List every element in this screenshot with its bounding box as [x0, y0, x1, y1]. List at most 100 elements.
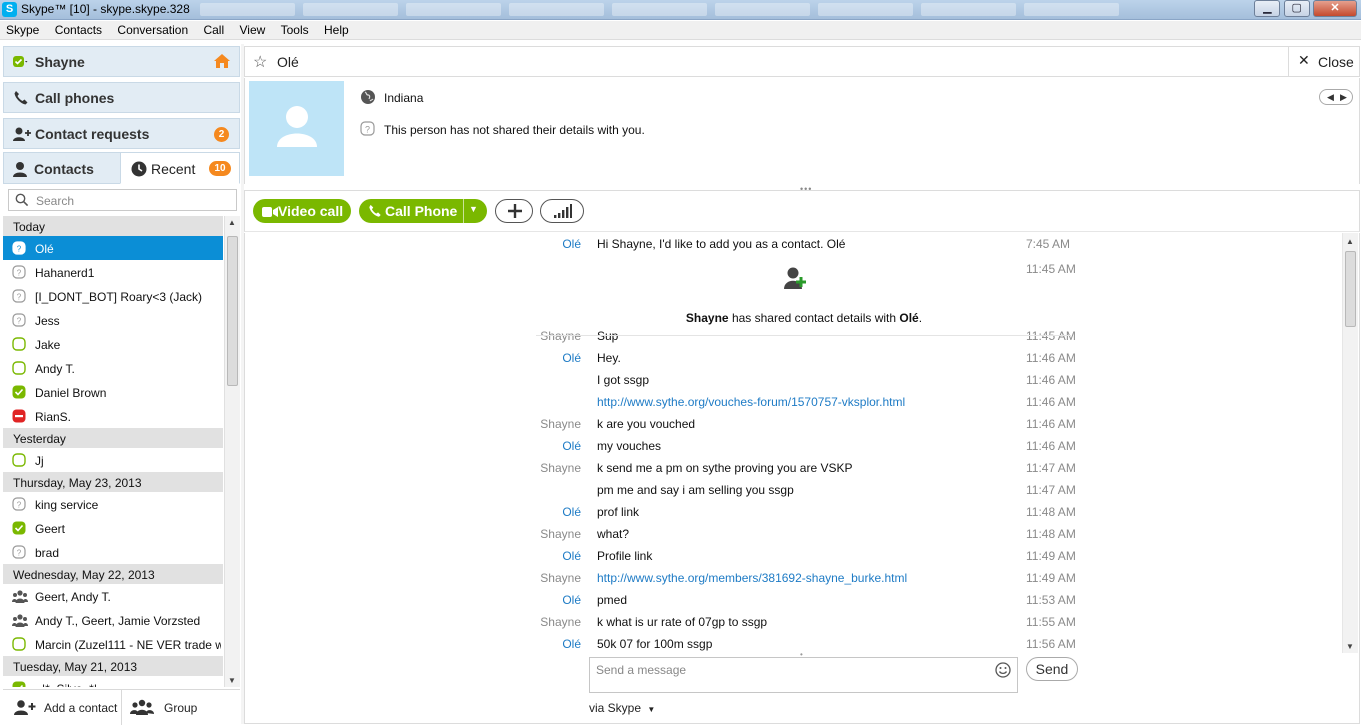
message-time: 11:47 AM [1026, 483, 1076, 497]
menu-skype[interactable]: Skype [0, 21, 45, 37]
group-button[interactable]: Group [122, 690, 240, 725]
via-skype-selector[interactable]: via Skype ▼ [589, 701, 655, 715]
contact-item[interactable]: Andy T., Geert, Jamie Vorzsted [3, 608, 223, 632]
svg-text:?: ? [17, 293, 22, 302]
contact-item[interactable]: Marcin (Zuzel111 - NE VER trade wit... [3, 632, 223, 656]
add-person-icon [12, 126, 31, 142]
shared-sender: Shayne [685, 311, 729, 325]
call-phone-label: Call Phone [385, 203, 458, 219]
profile-row[interactable]: Shayne [3, 46, 240, 77]
call-phones-label: Call phones [35, 90, 115, 106]
message-link[interactable]: http://www.sythe.org/vouches-forum/15707… [597, 395, 905, 409]
contact-item[interactable]: ? Hahanerd1 [3, 260, 223, 284]
message-text: my vouches [597, 439, 662, 453]
tab-recent[interactable]: Recent 10 [120, 152, 240, 184]
minimize-button[interactable]: ▁ [1254, 0, 1281, 17]
message-row: Olé Hi Shayne, I'd like to add you as a c… [245, 233, 1345, 255]
group-header: Yesterday [3, 428, 223, 448]
previous-arrow-icon[interactable]: ◀ [1327, 92, 1334, 103]
contact-item[interactable]: ? king service [3, 492, 223, 516]
contact-item[interactable]: Daniel Brown [3, 380, 223, 404]
menu-view[interactable]: View [233, 21, 271, 37]
status-online-icon[interactable] [12, 54, 30, 70]
message-time: 11:46 AM [1026, 373, 1076, 387]
scroll-up-arrow[interactable]: ▲ [228, 218, 236, 227]
contact-item[interactable]: ? Jess [3, 308, 223, 332]
home-icon[interactable] [213, 53, 231, 69]
contact-list-scrollbar[interactable]: ▲ ▼ [224, 216, 240, 687]
contact-item[interactable]: ? [I_DONT_BOT] Roary<3 (Jack) [3, 284, 223, 308]
chat-history: Olé Hi Shayne, I'd like to add you as a c… [244, 233, 1360, 653]
scroll-down-arrow[interactable]: ▼ [1346, 642, 1354, 651]
call-phones-row[interactable]: Call phones [3, 82, 240, 113]
svg-text:?: ? [17, 245, 22, 254]
close-window-button[interactable]: ✕ [1313, 0, 1357, 17]
scroll-thumb[interactable] [1345, 251, 1356, 327]
message-row: Olé 50k 07 for 100m ssgp 11:56 AM [245, 633, 1345, 653]
window-title: Skype™ [10] - skype.skype.328 [21, 2, 190, 16]
star-icon[interactable]: ☆ [253, 52, 267, 72]
skype-app-icon: S [2, 2, 17, 17]
search-input[interactable]: Search [8, 189, 237, 211]
status-online-icon [12, 681, 26, 687]
contact-item[interactable]: Geert [3, 516, 223, 540]
menu-call[interactable]: Call [197, 21, 230, 37]
contact-name: =|*_Silve_*|= [35, 682, 221, 687]
message-link[interactable]: http://www.sythe.org/members/381692-shay… [597, 571, 907, 585]
contact-name: Geert, Andy T. [35, 590, 111, 604]
chevron-down-icon[interactable]: ▼ [469, 204, 478, 214]
plus-icon [507, 203, 523, 222]
conversation-panel: ☆ Olé ✕ Close Indiana ? This person has … [244, 44, 1361, 724]
group-chat-icon [12, 613, 28, 627]
status-unknown-icon: ? [12, 545, 26, 559]
message-placeholder: Send a message [596, 663, 687, 677]
call-phone-button[interactable]: Call Phone ▼ [359, 199, 487, 223]
next-arrow-icon[interactable]: ▶ [1340, 92, 1347, 103]
person-icon [12, 161, 28, 180]
contact-item[interactable]: Jake [3, 332, 223, 356]
message-input[interactable]: Send a message [589, 657, 1018, 693]
menu-help[interactable]: Help [318, 21, 355, 37]
tab-contacts[interactable]: Contacts [3, 152, 121, 184]
shared-middle: has shared contact details with [728, 311, 900, 325]
menu-tools[interactable]: Tools [275, 21, 315, 37]
title-bar: S Skype™ [10] - skype.skype.328 ▁ ▢ ✕ [0, 0, 1361, 20]
contact-item[interactable]: ? Olé [3, 236, 223, 260]
svg-text:?: ? [17, 549, 22, 558]
message-sender: Olé [562, 439, 581, 453]
scroll-thumb[interactable] [227, 236, 238, 386]
contact-item[interactable]: Jj [3, 448, 223, 472]
message-text: 50k 07 for 100m ssgp [597, 637, 713, 651]
emoticon-icon[interactable] [995, 662, 1011, 678]
message-row: Shayne k are you vouched 11:46 AM [245, 413, 1345, 435]
contact-item[interactable]: Andy T. [3, 356, 223, 380]
send-button[interactable]: Send [1026, 657, 1078, 681]
message-text: k are you vouched [597, 417, 696, 431]
call-quality-button[interactable] [540, 199, 584, 223]
contact-item[interactable]: RianS. [3, 404, 223, 428]
chat-scrollbar[interactable]: ▲ ▼ [1342, 233, 1358, 653]
scroll-up-arrow[interactable]: ▲ [1346, 237, 1354, 246]
scroll-down-arrow[interactable]: ▼ [228, 676, 236, 685]
add-contact-button[interactable]: Add a contact [3, 690, 121, 725]
svg-text:?: ? [17, 269, 22, 278]
video-call-button[interactable]: Video call [253, 199, 351, 223]
profile-nav-arrows[interactable]: ◀ ▶ [1319, 89, 1353, 105]
contact-requests-row[interactable]: Contact requests 2 [3, 118, 240, 149]
signal-bars-icon [554, 204, 572, 221]
add-to-call-button[interactable] [495, 199, 533, 223]
contact-item[interactable]: ? brad [3, 540, 223, 564]
maximize-button[interactable]: ▢ [1283, 0, 1310, 17]
close-icon: ✕ [1298, 52, 1310, 68]
close-conversation-button[interactable]: ✕ Close [1288, 47, 1359, 76]
menu-contacts[interactable]: Contacts [49, 21, 108, 37]
contact-name: Jake [35, 338, 61, 352]
message-time: 7:45 AM [1026, 237, 1071, 251]
conversation-header: ☆ Olé ✕ Close [244, 46, 1360, 77]
menu-conversation[interactable]: Conversation [111, 21, 194, 37]
contact-item[interactable]: Geert, Andy T. [3, 584, 223, 608]
contact-item[interactable]: =|*_Silve_*|= [3, 676, 223, 687]
message-time: 11:48 AM [1026, 505, 1076, 519]
message-row: pm me and say i am selling you ssgp 11:47… [245, 479, 1345, 501]
background-windows [200, 3, 1240, 17]
